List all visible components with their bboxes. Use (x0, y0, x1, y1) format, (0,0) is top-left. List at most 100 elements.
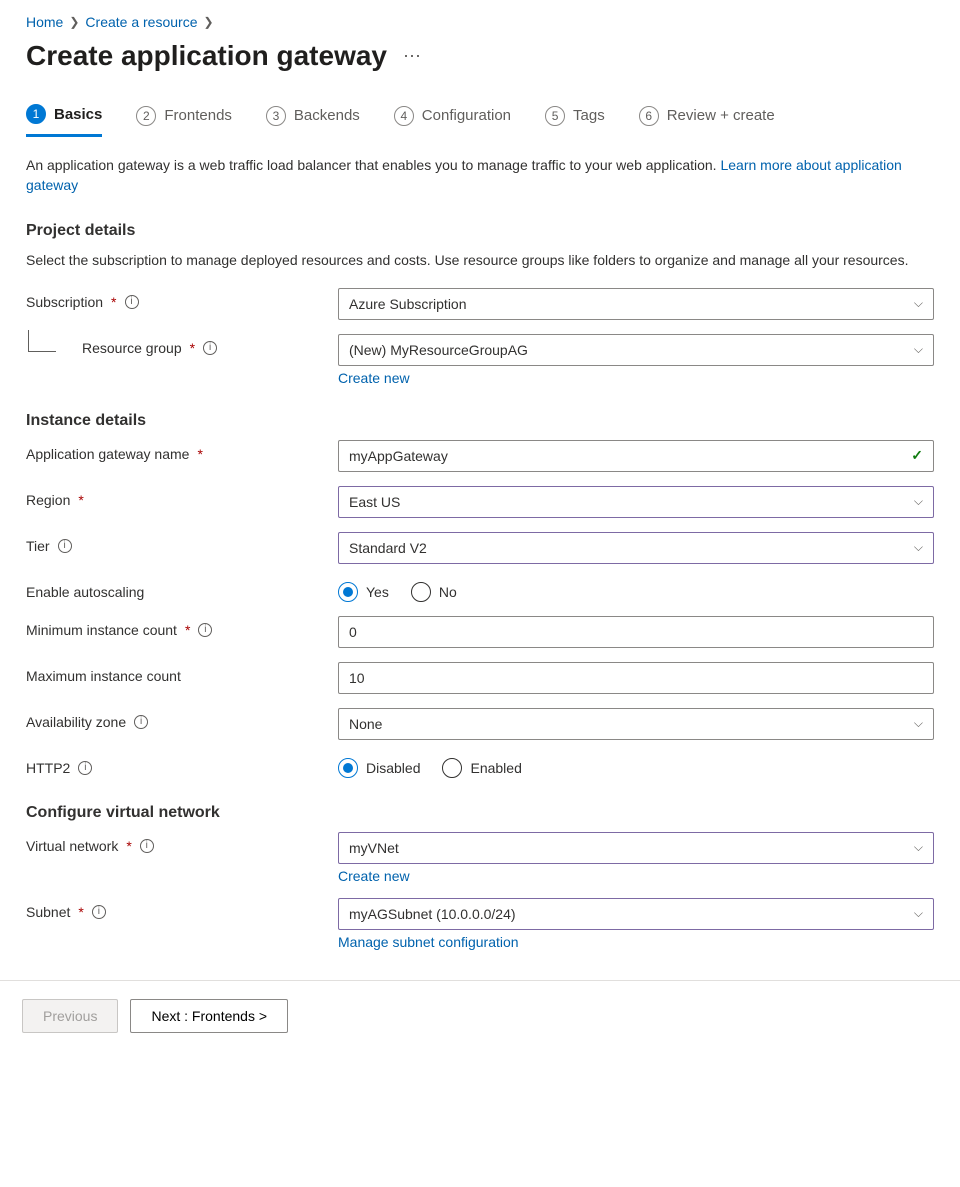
chevron-right-icon: ❯ (69, 15, 79, 29)
radio-icon (442, 758, 462, 778)
breadcrumb-create-resource[interactable]: Create a resource (85, 14, 197, 30)
tier-label: Tier (26, 538, 50, 554)
section-project-details-heading: Project details (26, 222, 934, 240)
required-indicator: * (190, 340, 195, 356)
resource-group-label: Resource group (82, 340, 182, 356)
tab-label: Tags (573, 107, 605, 124)
breadcrumb-home[interactable]: Home (26, 14, 63, 30)
required-indicator: * (78, 904, 83, 920)
autoscaling-label: Enable autoscaling (26, 584, 144, 600)
subnet-select[interactable]: myAGSubnet (10.0.0.0/24) ⌵ (338, 898, 934, 930)
subnet-value: myAGSubnet (10.0.0.0/24) (349, 906, 516, 922)
tab-frontends[interactable]: 2 Frontends (136, 98, 232, 137)
info-icon[interactable]: i (125, 295, 139, 309)
tab-label: Configuration (422, 107, 511, 124)
info-icon[interactable]: i (92, 905, 106, 919)
tier-select[interactable]: Standard V2 ⌵ (338, 532, 934, 564)
chevron-down-icon: ⌵ (914, 716, 923, 731)
tab-number: 3 (266, 106, 286, 126)
subscription-select[interactable]: Azure Subscription ⌵ (338, 288, 934, 320)
required-indicator: * (185, 622, 190, 638)
tab-label: Frontends (164, 107, 232, 124)
max-instance-input[interactable] (338, 662, 934, 694)
chevron-right-icon: ❯ (203, 15, 213, 29)
section-instance-details-heading: Instance details (26, 412, 934, 430)
app-gateway-name-label: Application gateway name (26, 446, 189, 462)
autoscaling-no-radio[interactable]: No (411, 582, 457, 602)
tree-connector-icon (28, 330, 56, 352)
vnet-value: myVNet (349, 840, 399, 856)
app-gateway-name-input[interactable]: myAppGateway ✓ (338, 440, 934, 472)
tab-tags[interactable]: 5 Tags (545, 98, 605, 137)
radio-label: Disabled (366, 760, 420, 776)
required-indicator: * (126, 838, 131, 854)
required-indicator: * (78, 492, 83, 508)
tab-review-create[interactable]: 6 Review + create (639, 98, 775, 137)
intro-description: An application gateway is a web traffic … (26, 157, 720, 173)
region-label: Region (26, 492, 70, 508)
intro-text: An application gateway is a web traffic … (26, 155, 934, 196)
vnet-select[interactable]: myVNet ⌵ (338, 832, 934, 864)
radio-icon (338, 582, 358, 602)
create-new-rg-link[interactable]: Create new (338, 370, 410, 386)
create-new-vnet-link[interactable]: Create new (338, 868, 410, 884)
tab-basics[interactable]: 1 Basics (26, 98, 102, 137)
autoscaling-yes-radio[interactable]: Yes (338, 582, 389, 602)
info-icon[interactable]: i (140, 839, 154, 853)
app-gateway-name-value: myAppGateway (349, 448, 448, 464)
next-button[interactable]: Next : Frontends > (130, 999, 288, 1033)
info-icon[interactable]: i (134, 715, 148, 729)
previous-button: Previous (22, 999, 118, 1033)
availability-zone-value: None (349, 716, 382, 732)
info-icon[interactable]: i (78, 761, 92, 775)
chevron-down-icon: ⌵ (914, 540, 923, 555)
page-title: Create application gateway (26, 40, 387, 72)
radio-label: No (439, 584, 457, 600)
more-actions-icon[interactable]: ⋯ (403, 47, 423, 65)
info-icon[interactable]: i (203, 341, 217, 355)
radio-label: Yes (366, 584, 389, 600)
availability-zone-select[interactable]: None ⌵ (338, 708, 934, 740)
wizard-footer: Previous Next : Frontends > (0, 980, 960, 1051)
tab-number: 5 (545, 106, 565, 126)
tab-number: 4 (394, 106, 414, 126)
radio-icon (338, 758, 358, 778)
chevron-down-icon: ⌵ (914, 840, 923, 855)
info-icon[interactable]: i (198, 623, 212, 637)
subscription-value: Azure Subscription (349, 296, 467, 312)
info-icon[interactable]: i (58, 539, 72, 553)
tab-label: Basics (54, 106, 102, 123)
region-select[interactable]: East US ⌵ (338, 486, 934, 518)
subscription-label: Subscription (26, 294, 103, 310)
region-value: East US (349, 494, 400, 510)
max-instance-label: Maximum instance count (26, 668, 181, 684)
min-instance-input[interactable] (338, 616, 934, 648)
chevron-down-icon: ⌵ (914, 296, 923, 311)
wizard-tabs: 1 Basics 2 Frontends 3 Backends 4 Config… (26, 98, 934, 137)
radio-label: Enabled (470, 760, 521, 776)
chevron-down-icon: ⌵ (914, 906, 923, 921)
tier-value: Standard V2 (349, 540, 427, 556)
required-indicator: * (111, 294, 116, 310)
validation-check-icon: ✓ (911, 447, 923, 464)
required-indicator: * (197, 446, 202, 462)
tab-number: 6 (639, 106, 659, 126)
tab-configuration[interactable]: 4 Configuration (394, 98, 511, 137)
http2-disabled-radio[interactable]: Disabled (338, 758, 420, 778)
availability-zone-label: Availability zone (26, 714, 126, 730)
tab-label: Review + create (667, 107, 775, 124)
http2-label: HTTP2 (26, 760, 70, 776)
subnet-label: Subnet (26, 904, 70, 920)
tab-number: 1 (26, 104, 46, 124)
resource-group-value: (New) MyResourceGroupAG (349, 342, 528, 358)
tab-backends[interactable]: 3 Backends (266, 98, 360, 137)
resource-group-select[interactable]: (New) MyResourceGroupAG ⌵ (338, 334, 934, 366)
tab-number: 2 (136, 106, 156, 126)
section-project-details-desc: Select the subscription to manage deploy… (26, 250, 934, 270)
min-instance-label: Minimum instance count (26, 622, 177, 638)
manage-subnet-link[interactable]: Manage subnet configuration (338, 934, 519, 950)
section-vnet-heading: Configure virtual network (26, 804, 934, 822)
chevron-down-icon: ⌵ (914, 342, 923, 357)
http2-enabled-radio[interactable]: Enabled (442, 758, 521, 778)
chevron-down-icon: ⌵ (914, 494, 923, 509)
